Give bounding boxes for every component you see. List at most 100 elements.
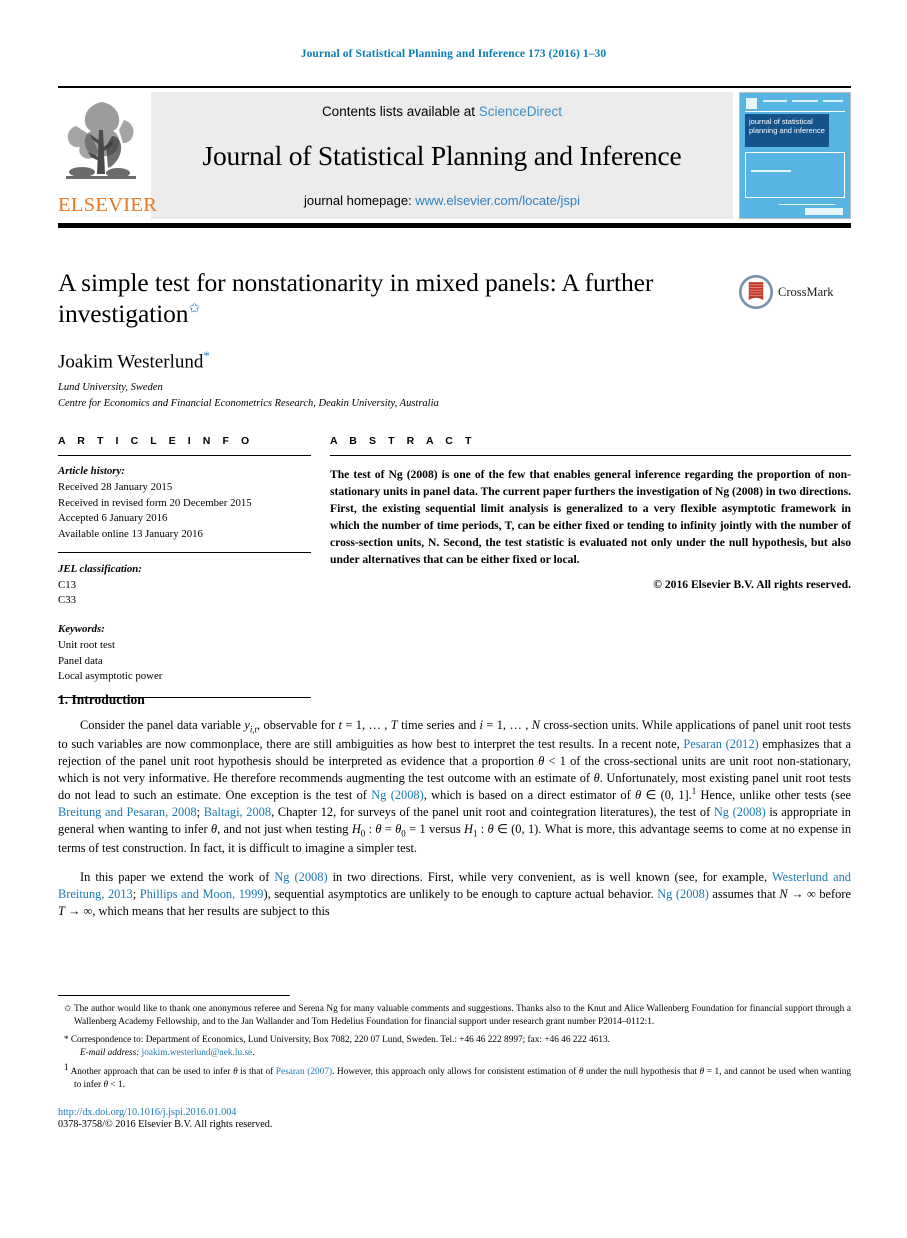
- jel-item: C13: [58, 578, 76, 591]
- p1-seg-c: time series and: [397, 718, 480, 732]
- crossmark-label: CrossMark: [778, 284, 834, 299]
- footnote-correspondence: * Correspondence to: Department of Econo…: [58, 1033, 851, 1047]
- abstract-copyright: © 2016 Elsevier B.V. All rights reserved…: [653, 578, 851, 592]
- citation-ng-2008-c-year[interactable]: (2008): [295, 870, 328, 884]
- elsevier-logo: ELSEVIER: [58, 92, 158, 219]
- contents-label: Contents lists available at: [321, 104, 479, 119]
- article-title: A simple test for nonstationarity in mix…: [58, 268, 718, 330]
- footnote-separator-rule: [58, 995, 290, 996]
- journal-title: Journal of Statistical Planning and Infe…: [202, 140, 682, 171]
- homepage-line: journal homepage: www.elsevier.com/locat…: [304, 193, 580, 208]
- article-title-text: A simple test for nonstationarity in mix…: [58, 268, 654, 328]
- cover-bottom-line: [779, 203, 835, 205]
- fn1-seg-f: .: [122, 1080, 125, 1091]
- keywords-label: Keywords:: [58, 623, 105, 635]
- sciencedirect-link[interactable]: ScienceDirect: [479, 104, 562, 119]
- homepage-label: journal homepage:: [303, 193, 416, 208]
- footnote-email-line: E-mail address: joakim.westerlund@nek.lu…: [80, 1047, 255, 1058]
- journal-masthead: ELSEVIER Contents lists available at Sci…: [58, 86, 851, 228]
- cover-middle-line: [751, 170, 791, 172]
- p2-seg-f: , which means that her results are subje…: [92, 903, 330, 918]
- footnote-star-marker: ✩: [64, 1003, 72, 1013]
- keyword-item: Unit root test: [58, 638, 115, 651]
- author-text: Joakim Westerlund: [58, 351, 204, 373]
- affiliation-2: Centre for Economics and Financial Econo…: [58, 398, 439, 410]
- p1-seg-a: Consider the panel data variable: [80, 718, 245, 732]
- p2-seg-e: before: [815, 887, 851, 902]
- affiliation-1: Lund University, Sweden: [58, 382, 163, 394]
- journal-cover-thumbnail: journal of statistical planning and infe…: [739, 92, 851, 219]
- history-item: Received in revised form 20 December 201…: [58, 496, 252, 509]
- elsevier-tree-icon: [66, 102, 136, 179]
- keyword-item: Local asymptotic power: [58, 670, 163, 683]
- citation-baltagi-2008[interactable]: Baltagi, 2008: [204, 805, 271, 819]
- paragraph-2: In this paper we extend the work of Ng (…: [58, 870, 851, 918]
- p2-seg-c: ), sequential asymptotics are unlikely t…: [263, 887, 658, 902]
- p2-seg-b: in two directions. First, while very con…: [327, 870, 772, 885]
- fn1-seg-a: Another approach that can be used to inf…: [70, 1066, 234, 1077]
- masthead-bottom-rule: [58, 223, 851, 228]
- p1-seg-j: , Chapter 12, for surveys of the panel u…: [271, 805, 714, 820]
- citation-pesaran-2012-year[interactable]: (2012): [726, 737, 759, 751]
- article-history-group: Article history: Received 28 January 201…: [58, 464, 311, 543]
- p1-seg-b: , observable for: [257, 718, 339, 732]
- contents-line: Contents lists available at ScienceDirec…: [322, 104, 562, 119]
- section-heading-introduction: 1. Introduction: [58, 692, 145, 707]
- footnote-correspondence-text: Correspondence to: Department of Economi…: [70, 1034, 610, 1045]
- keywords-group: Keywords: Unit root test Panel data Loca…: [58, 622, 311, 685]
- footnote-1-marker: 1: [64, 1061, 69, 1072]
- citation-ng-2008-c[interactable]: Ng: [274, 870, 289, 884]
- citation-pesaran-2012[interactable]: Pesaran: [683, 737, 722, 751]
- crossmark-badge[interactable]: CrossMark: [738, 272, 843, 312]
- fn1-seg-b: is that of: [237, 1066, 276, 1077]
- p2-seg-a: In this paper we extend the work of: [80, 870, 275, 885]
- citation-ng-2008-year[interactable]: (2008): [391, 789, 424, 803]
- footnote-1: 1 Another approach that can be used to i…: [64, 1061, 852, 1091]
- citation-pesaran-2007-year[interactable]: (2007): [307, 1067, 332, 1077]
- p1-seg-h: , which is based on a direct estimator o…: [423, 788, 636, 803]
- email-link[interactable]: joakim.westerlund@nek.lu.se: [142, 1048, 253, 1058]
- masthead-top-rule: [58, 86, 851, 88]
- citation-ng-2008-b-year[interactable]: (2008): [733, 805, 766, 819]
- p1-seg-i: Hence, unlike other tests (see: [696, 788, 851, 803]
- author-footnote-marker[interactable]: *: [203, 348, 210, 363]
- info-rule-mid: [58, 551, 311, 553]
- cover-bottom-box: [805, 208, 843, 215]
- citation-ng-2008-d[interactable]: Ng: [657, 887, 672, 901]
- fn1-seg-c: . However, this approach only allows for…: [332, 1066, 579, 1077]
- article-info-block: A R T I C L E I N F O Article history: R…: [58, 435, 311, 698]
- cover-middle-box: [745, 152, 845, 198]
- info-rule-top: [58, 455, 311, 456]
- issn-copyright: 0378-3758/© 2016 Elsevier B.V. All right…: [58, 1118, 273, 1130]
- article-page: Journal of Statistical Planning and Infe…: [0, 0, 907, 1238]
- masthead-center: Contents lists available at ScienceDirec…: [151, 92, 733, 219]
- cover-top-divider: [745, 97, 845, 112]
- fn1-seg-d: under the null hypothesis that: [583, 1066, 700, 1077]
- crossmark-icon: [738, 274, 774, 310]
- body-block: 1. Introduction Consider the panel data …: [58, 692, 851, 932]
- keyword-item: Panel data: [58, 654, 103, 667]
- citation-ng-2008-b[interactable]: Ng: [714, 805, 729, 819]
- journal-homepage-link[interactable]: www.elsevier.com/locate/jspi: [415, 193, 580, 208]
- history-item: Received 28 January 2015: [58, 480, 173, 493]
- history-item: Available online 13 January 2016: [58, 528, 203, 540]
- cover-title: journal of statistical planning and infe…: [745, 114, 829, 147]
- citation-pesaran-2007[interactable]: Pesaran: [276, 1067, 305, 1077]
- abstract-heading: A B S T R A C T: [330, 435, 476, 447]
- p2-seg-d: assumes that: [708, 887, 780, 902]
- p1-seg-l: , and not just when testing: [217, 821, 352, 836]
- footnotes-block: ✩ The author would like to thank one ano…: [58, 995, 851, 1130]
- elsevier-wordmark: ELSEVIER: [58, 193, 158, 216]
- doi-link[interactable]: http://dx.doi.org/10.1016/j.jspi.2016.01…: [58, 1107, 851, 1118]
- citation-breitung-pesaran-2008[interactable]: Breitung and Pesaran, 2008: [58, 805, 197, 819]
- footnote-star-text: The author would like to thank one anony…: [73, 1004, 851, 1028]
- citation-ng-2008-d-year[interactable]: (2008): [676, 887, 709, 901]
- abstract-rule: [330, 455, 851, 456]
- email-label: E-mail address:: [80, 1047, 140, 1058]
- paragraph-1: Consider the panel data variable yi,t, o…: [58, 718, 852, 856]
- citation-ng-2008[interactable]: Ng: [371, 789, 386, 803]
- abstract-text: The test of Ng (2008) is one of the few …: [330, 468, 851, 567]
- title-footnote-marker[interactable]: ✩: [188, 301, 200, 316]
- abstract-block: A B S T R A C T The test of Ng (2008) is…: [330, 435, 851, 591]
- citation-phillips-moon-1999[interactable]: Phillips and Moon, 1999: [140, 887, 264, 901]
